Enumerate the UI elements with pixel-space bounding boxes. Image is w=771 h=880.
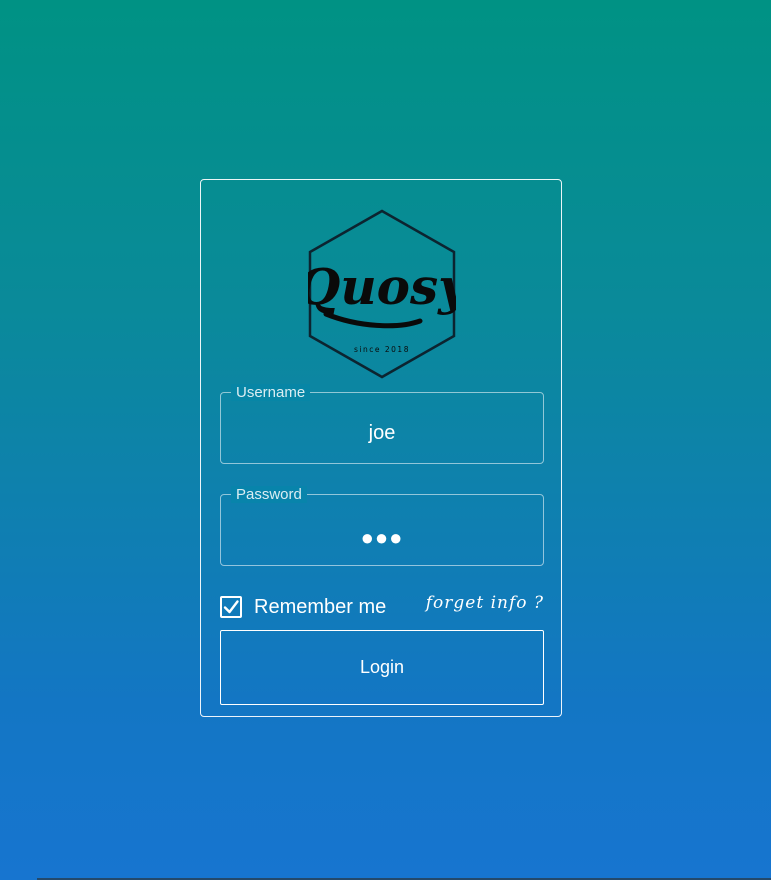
remember-me-label[interactable]: Remember me — [254, 595, 386, 619]
login-button[interactable]: Login — [220, 630, 544, 705]
password-field[interactable]: Password ●●● — [220, 486, 544, 566]
username-input[interactable]: joe — [221, 421, 543, 445]
username-field[interactable]: Username joe — [220, 384, 544, 464]
password-input[interactable]: ●●● — [221, 527, 543, 549]
hexagon-logo-icon: Quosy since 2018 — [308, 209, 456, 379]
login-card: Quosy since 2018 Username joe Password ●… — [200, 179, 562, 717]
remember-me-checkbox[interactable] — [220, 596, 242, 618]
username-label: Username — [231, 384, 311, 401]
brand-wordmark: Quosy — [308, 257, 456, 316]
checkmark-icon — [223, 600, 239, 614]
remember-me-row[interactable]: Remember me — [220, 594, 386, 620]
brand-logo: Quosy since 2018 — [308, 209, 456, 379]
password-label: Password — [231, 486, 307, 503]
forget-info-link[interactable]: forget info ? — [426, 592, 544, 614]
brand-tagline: since 2018 — [354, 345, 410, 354]
